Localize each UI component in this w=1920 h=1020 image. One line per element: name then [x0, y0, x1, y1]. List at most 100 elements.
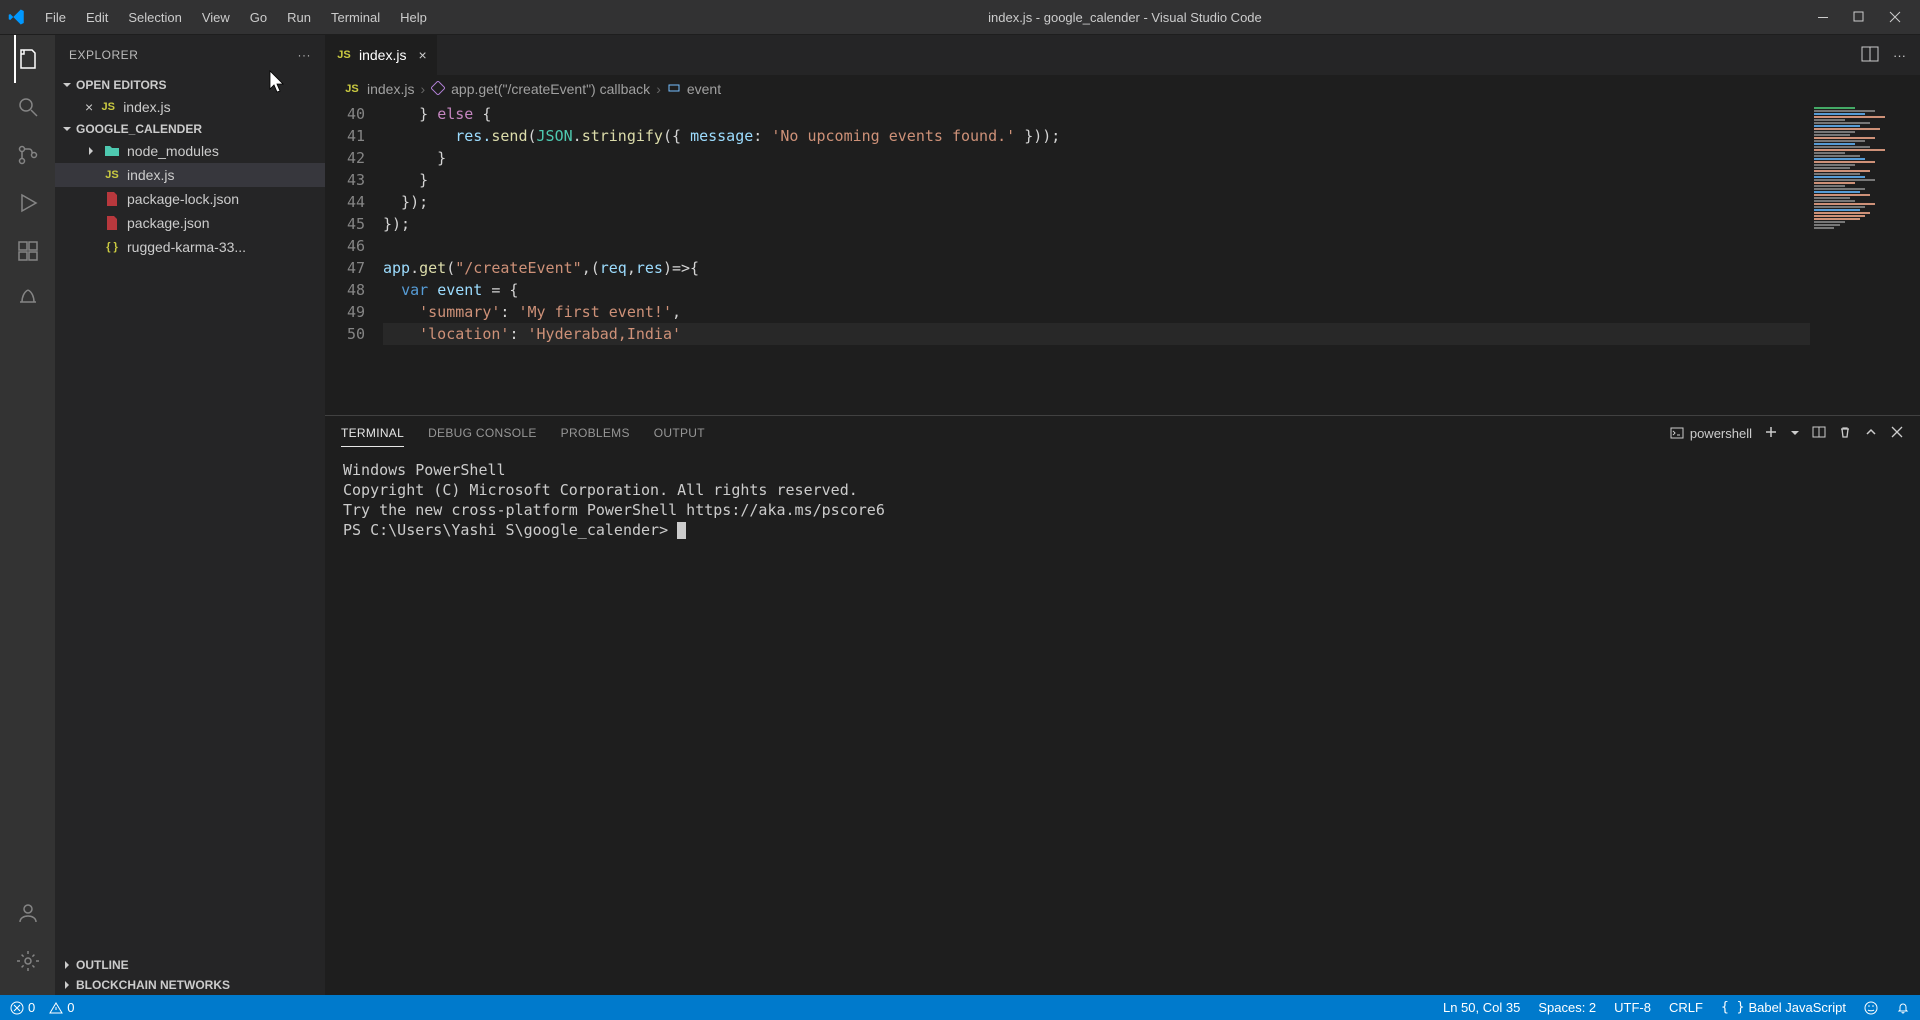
status-errors[interactable]: 0 [10, 1000, 35, 1015]
editor-area: JS index.js × ··· JS index.js › app.get(… [325, 35, 1920, 995]
terminal-cursor [677, 522, 686, 539]
panel: TERMINAL DEBUG CONSOLE PROBLEMS OUTPUT p… [325, 415, 1920, 995]
tree-item-index-js[interactable]: JS index.js [55, 163, 325, 187]
tree-label: package.json [127, 215, 210, 231]
folder-label: GOOGLE_CALENDER [76, 122, 202, 136]
tree-item-node-modules[interactable]: node_modules [55, 139, 325, 163]
menu-file[interactable]: File [36, 6, 75, 29]
more-actions-icon[interactable]: ··· [1893, 48, 1906, 63]
tab-label: index.js [359, 47, 406, 63]
menu-run[interactable]: Run [278, 6, 320, 29]
close-icon[interactable] [1886, 8, 1904, 26]
json-file-icon [103, 190, 121, 208]
split-terminal-icon[interactable] [1812, 425, 1826, 442]
json-file-icon [103, 214, 121, 232]
menu-view[interactable]: View [193, 6, 239, 29]
panel-tabs: TERMINAL DEBUG CONSOLE PROBLEMS OUTPUT p… [325, 416, 1920, 450]
chevron-down-icon [61, 123, 73, 135]
sidebar: EXPLORER ··· OPEN EDITORS × JS index.js … [55, 35, 325, 995]
blockchain-label: BLOCKCHAIN NETWORKS [76, 978, 230, 992]
activity-bar [0, 35, 55, 995]
folder-icon [103, 142, 121, 160]
open-editor-item[interactable]: × JS index.js [55, 95, 325, 119]
tree-item-rugged-karma[interactable]: { } rugged-karma-33... [55, 235, 325, 259]
close-editor-icon[interactable]: × [85, 99, 93, 115]
outline-label: OUTLINE [76, 958, 129, 972]
status-language[interactable]: { } Babel JavaScript [1721, 1000, 1846, 1015]
status-feedback-icon[interactable] [1864, 1001, 1878, 1015]
new-terminal-icon[interactable] [1764, 425, 1778, 442]
shell-label: powershell [1690, 426, 1752, 441]
menu-bar: File Edit Selection View Go Run Terminal… [36, 6, 436, 29]
status-eol[interactable]: CRLF [1669, 1000, 1703, 1015]
chevron-right-icon: › [420, 81, 425, 97]
breadcrumb-symbol[interactable]: app.get("/createEvent") callback [451, 81, 650, 97]
maximize-panel-icon[interactable] [1864, 425, 1878, 442]
sidebar-more-icon[interactable]: ··· [298, 48, 312, 62]
method-symbol-icon [431, 81, 445, 98]
js-file-icon: JS [103, 166, 121, 184]
panel-tab-output[interactable]: OUTPUT [654, 420, 705, 446]
titlebar: File Edit Selection View Go Run Terminal… [0, 0, 1920, 35]
status-bell-icon[interactable] [1896, 1001, 1910, 1015]
window-title: index.js - google_calender - Visual Stud… [436, 10, 1814, 25]
outline-section[interactable]: OUTLINE [55, 955, 325, 975]
tab-close-icon[interactable]: × [418, 47, 426, 63]
tree-label: rugged-karma-33... [127, 239, 246, 255]
panel-tab-debug[interactable]: DEBUG CONSOLE [428, 420, 537, 446]
panel-tab-problems[interactable]: PROBLEMS [561, 420, 630, 446]
vscode-logo-icon [8, 8, 26, 26]
tree-item-package-lock[interactable]: package-lock.json [55, 187, 325, 211]
menu-terminal[interactable]: Terminal [322, 6, 389, 29]
breadcrumb-file[interactable]: index.js [367, 81, 414, 97]
terminal-prompt: PS C:\Users\Yashi S\google_calender> [343, 521, 677, 539]
breadcrumb-symbol[interactable]: event [687, 81, 721, 97]
search-icon[interactable] [14, 93, 42, 121]
menu-selection[interactable]: Selection [119, 6, 190, 29]
blockchain-section[interactable]: BLOCKCHAIN NETWORKS [55, 975, 325, 995]
status-warnings[interactable]: 0 [49, 1000, 74, 1015]
js-file-icon: JS [343, 80, 361, 98]
terminal-icon [1670, 426, 1684, 440]
shell-indicator[interactable]: powershell [1670, 426, 1752, 441]
status-encoding[interactable]: UTF-8 [1614, 1000, 1651, 1015]
menu-help[interactable]: Help [391, 6, 436, 29]
source-control-icon[interactable] [14, 141, 42, 169]
editor-tab[interactable]: JS index.js × [325, 35, 438, 75]
run-debug-icon[interactable] [14, 189, 42, 217]
terminal-content[interactable]: Windows PowerShell Copyright (C) Microso… [325, 450, 1920, 995]
close-panel-icon[interactable] [1890, 425, 1904, 442]
tree-label: package-lock.json [127, 191, 239, 207]
kill-terminal-icon[interactable] [1838, 425, 1852, 442]
json-brace-icon: { } [103, 238, 121, 256]
open-editor-label: index.js [123, 99, 170, 115]
error-icon [10, 1001, 24, 1015]
azure-icon[interactable] [14, 285, 42, 313]
split-editor-icon[interactable] [1861, 45, 1879, 66]
chevron-right-icon [61, 979, 73, 991]
breadcrumb[interactable]: JS index.js › app.get("/createEvent") ca… [325, 75, 1920, 103]
extensions-icon[interactable] [14, 237, 42, 265]
chevron-right-icon: › [656, 81, 661, 97]
status-spaces[interactable]: Spaces: 2 [1538, 1000, 1596, 1015]
js-file-icon: JS [335, 46, 353, 64]
menu-edit[interactable]: Edit [77, 6, 117, 29]
maximize-icon[interactable] [1850, 8, 1868, 26]
menu-go[interactable]: Go [241, 6, 276, 29]
open-editors-section[interactable]: OPEN EDITORS [55, 75, 325, 95]
terminal-dropdown-icon[interactable] [1790, 426, 1800, 441]
chevron-down-icon [61, 79, 73, 91]
minimap[interactable] [1810, 103, 1920, 415]
panel-tab-terminal[interactable]: TERMINAL [341, 420, 404, 447]
code-editor[interactable]: 40 41 42 43 44 45 46 47 48 49 50 } else … [325, 103, 1920, 415]
explorer-icon[interactable] [14, 45, 42, 73]
code-content[interactable]: } else { res.send(JSON.stringify({ messa… [383, 103, 1920, 415]
tree-item-package-json[interactable]: package.json [55, 211, 325, 235]
js-file-icon: JS [99, 98, 117, 116]
minimize-icon[interactable] [1814, 8, 1832, 26]
sidebar-title: EXPLORER [69, 48, 138, 62]
settings-gear-icon[interactable] [14, 947, 42, 975]
account-icon[interactable] [14, 899, 42, 927]
status-line-col[interactable]: Ln 50, Col 35 [1443, 1000, 1520, 1015]
folder-section[interactable]: GOOGLE_CALENDER [55, 119, 325, 139]
